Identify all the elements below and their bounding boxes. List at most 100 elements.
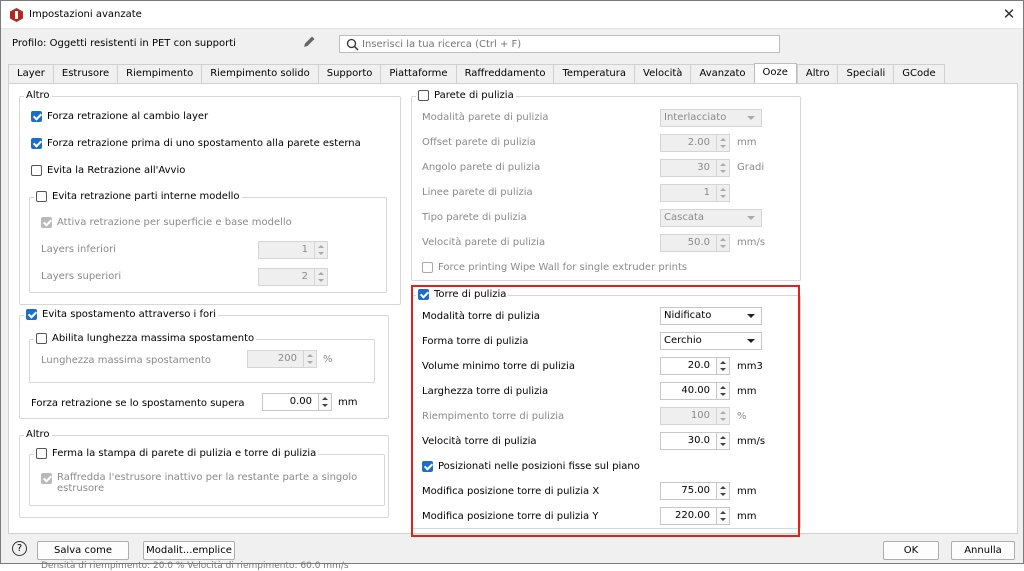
- settings-dialog: Impostazioni avanzate ✕ Profilo: Oggetti…: [0, 0, 1024, 571]
- spinner-arrows-icon[interactable]: [716, 235, 729, 251]
- simple-mode-button[interactable]: Modalit...emplice: [143, 541, 235, 560]
- unit-percent: %: [323, 354, 333, 365]
- spinner-max-travel[interactable]: 200: [247, 350, 317, 368]
- group-avoid-holes-title[interactable]: Evita spostamento attraverso i fori: [24, 309, 219, 320]
- label-wall-type: Tipo parete di pulizia: [422, 212, 527, 223]
- help-icon[interactable]: ?: [12, 541, 27, 556]
- label-force-retraction-travel: Forza retrazione se lo spostamento super…: [31, 398, 245, 409]
- spinner-force-retraction-travel[interactable]: 0.00: [262, 393, 332, 411]
- tab-riempimento[interactable]: Riempimento: [117, 64, 202, 83]
- checkbox-label: Forza retrazione al cambio layer: [47, 111, 209, 122]
- unit-wall-speed: mm/s: [737, 237, 766, 248]
- search-field[interactable]: [339, 35, 780, 53]
- spinner-arrows-icon[interactable]: [314, 269, 327, 285]
- subgroup-stop-wipe-title[interactable]: Ferma la stampa di parete di pulizia e t…: [34, 448, 319, 459]
- ok-button[interactable]: OK: [883, 541, 939, 560]
- checkbox-label: Evita la Retrazione all'Avvio: [47, 165, 186, 176]
- checkbox-unchecked[interactable]: [36, 448, 47, 459]
- checkbox-label-line1: Raffredda l'estrusore inattivo per la re…: [57, 472, 358, 483]
- checkbox-checked[interactable]: [31, 111, 42, 122]
- checkbox-row-retraction-layer[interactable]: Forza retrazione al cambio layer: [31, 111, 208, 122]
- close-icon[interactable]: ✕: [997, 3, 1021, 25]
- subgroup-inner-retraction-title[interactable]: Evita retrazione parti interne modello: [34, 191, 242, 202]
- subgroup-label: Ferma la stampa di parete di pulizia e t…: [52, 448, 317, 459]
- select-wall-mode[interactable]: Interlacciato: [660, 109, 762, 127]
- label-layers-inferiori: Layers inferiori: [41, 244, 116, 255]
- tab-avanzato[interactable]: Avanzato: [690, 64, 754, 83]
- spinner-value: 1: [301, 244, 308, 255]
- checkbox-row-retraction-outer-wall[interactable]: Forza retrazione prima di uno spostament…: [31, 138, 361, 149]
- checkbox-label: Force printing Wipe Wall for single extr…: [438, 262, 688, 273]
- spinner-arrows-icon[interactable]: [303, 351, 316, 367]
- unit-mm: mm: [338, 397, 358, 408]
- checkbox-row-surface-retraction[interactable]: Attiva retrazione per superficie e base …: [41, 217, 292, 228]
- tab-piattaforme[interactable]: Piattaforme: [380, 64, 456, 83]
- cancel-button[interactable]: Annulla: [951, 541, 1015, 560]
- save-as-button[interactable]: Salva come: [37, 541, 129, 560]
- group-altro-title: Altro: [24, 90, 52, 101]
- spinner-value: 2: [301, 271, 308, 282]
- tab-estrusore[interactable]: Estrusore: [52, 64, 118, 83]
- subgroup-label: Abilita lunghezza massima spostamento: [52, 333, 255, 344]
- spinner-wall-lines[interactable]: 1: [660, 184, 730, 202]
- spinner-arrows-icon[interactable]: [716, 135, 729, 151]
- spinner-arrows-icon[interactable]: [716, 185, 729, 201]
- checkbox-row-cool-inactive[interactable]: Raffredda l'estrusore inattivo per la re…: [41, 472, 357, 494]
- checkbox-checked[interactable]: [26, 309, 37, 320]
- spinner-wall-offset[interactable]: 2.00: [660, 134, 730, 152]
- checkbox-checked[interactable]: [31, 138, 42, 149]
- spinner-value: 0.00: [289, 396, 312, 407]
- search-input[interactable]: [362, 37, 772, 51]
- window-title: Impostazioni avanzate: [29, 9, 142, 20]
- spinner-arrows-icon[interactable]: [318, 394, 331, 410]
- label-wall-lines: Linee parete di pulizia: [422, 187, 533, 198]
- tab-supporto[interactable]: Supporto: [317, 64, 381, 83]
- group-wipe-wall-title[interactable]: Parete di pulizia: [416, 90, 516, 101]
- group-label: Parete di pulizia: [434, 90, 514, 101]
- checkbox-disabled-checked[interactable]: [41, 217, 52, 228]
- spinner-arrows-icon[interactable]: [314, 242, 327, 258]
- spinner-layers-inferiori[interactable]: 1: [258, 241, 328, 259]
- checkbox-label: Raffredda l'estrusore inattivo per la re…: [57, 472, 357, 494]
- tab-bar: Layer Estrusore Riempimento Riempimento …: [8, 63, 945, 84]
- tab-ooze[interactable]: Ooze: [753, 63, 797, 84]
- label-wall-offset: Offset parete di pulizia: [422, 137, 536, 148]
- spinner-value: 1: [703, 187, 710, 198]
- select-wall-type[interactable]: Cascata: [660, 209, 762, 227]
- tab-velocita[interactable]: Velocità: [634, 64, 691, 83]
- spinner-layers-superiori[interactable]: 2: [258, 268, 328, 286]
- subgroup-label: Evita retrazione parti interne modello: [52, 191, 240, 202]
- checkbox-row-force-wipe-wall[interactable]: Force printing Wipe Wall for single extr…: [422, 262, 687, 273]
- checkbox-unchecked[interactable]: [418, 90, 429, 101]
- title-bar: Impostazioni avanzate ✕: [1, 1, 1023, 29]
- spinner-value: 2.00: [687, 137, 710, 148]
- checkbox-row-avoid-retraction-start[interactable]: Evita la Retrazione all'Avvio: [31, 165, 185, 176]
- spinner-wall-angle[interactable]: 30: [660, 159, 730, 177]
- label-wall-mode: Modalità parete di pulizia: [422, 112, 549, 123]
- spinner-arrows-icon[interactable]: [716, 160, 729, 176]
- tab-temperatura[interactable]: Temperatura: [553, 64, 634, 83]
- checkbox-label: Forza retrazione prima di uno spostament…: [47, 138, 361, 149]
- tab-speciali[interactable]: Speciali: [837, 64, 894, 83]
- checkbox-unchecked[interactable]: [36, 191, 47, 202]
- spinner-wall-speed[interactable]: 50.0: [660, 234, 730, 252]
- checkbox-disabled-checked[interactable]: [41, 473, 52, 484]
- label-max-travel: Lunghezza massima spostamento: [41, 355, 212, 366]
- tab-raffreddamento[interactable]: Raffreddamento: [455, 64, 554, 83]
- search-icon: [346, 38, 359, 51]
- tab-riempimento-solido[interactable]: Riempimento solido: [201, 64, 318, 83]
- tab-layer[interactable]: Layer: [8, 64, 53, 83]
- checkbox-label: Attiva retrazione per superficie e base …: [57, 217, 292, 228]
- edit-pencil-icon[interactable]: [301, 34, 317, 50]
- tab-altro[interactable]: Altro: [796, 64, 838, 83]
- unit-wall-angle: Gradi: [737, 162, 765, 173]
- unit-wall-offset: mm: [737, 137, 757, 148]
- highlight-annotation-box: [411, 285, 800, 537]
- checkbox-disabled-unchecked[interactable]: [422, 262, 433, 273]
- checkbox-label-line2: estrusore: [57, 483, 105, 494]
- subgroup-max-travel-title[interactable]: Abilita lunghezza massima spostamento: [34, 333, 257, 344]
- tab-gcode[interactable]: GCode: [893, 64, 945, 83]
- checkbox-unchecked[interactable]: [36, 333, 47, 344]
- background-status-text: Densità di riempimento: 20.0 % Velocità …: [41, 561, 349, 571]
- checkbox-unchecked[interactable]: [31, 165, 42, 176]
